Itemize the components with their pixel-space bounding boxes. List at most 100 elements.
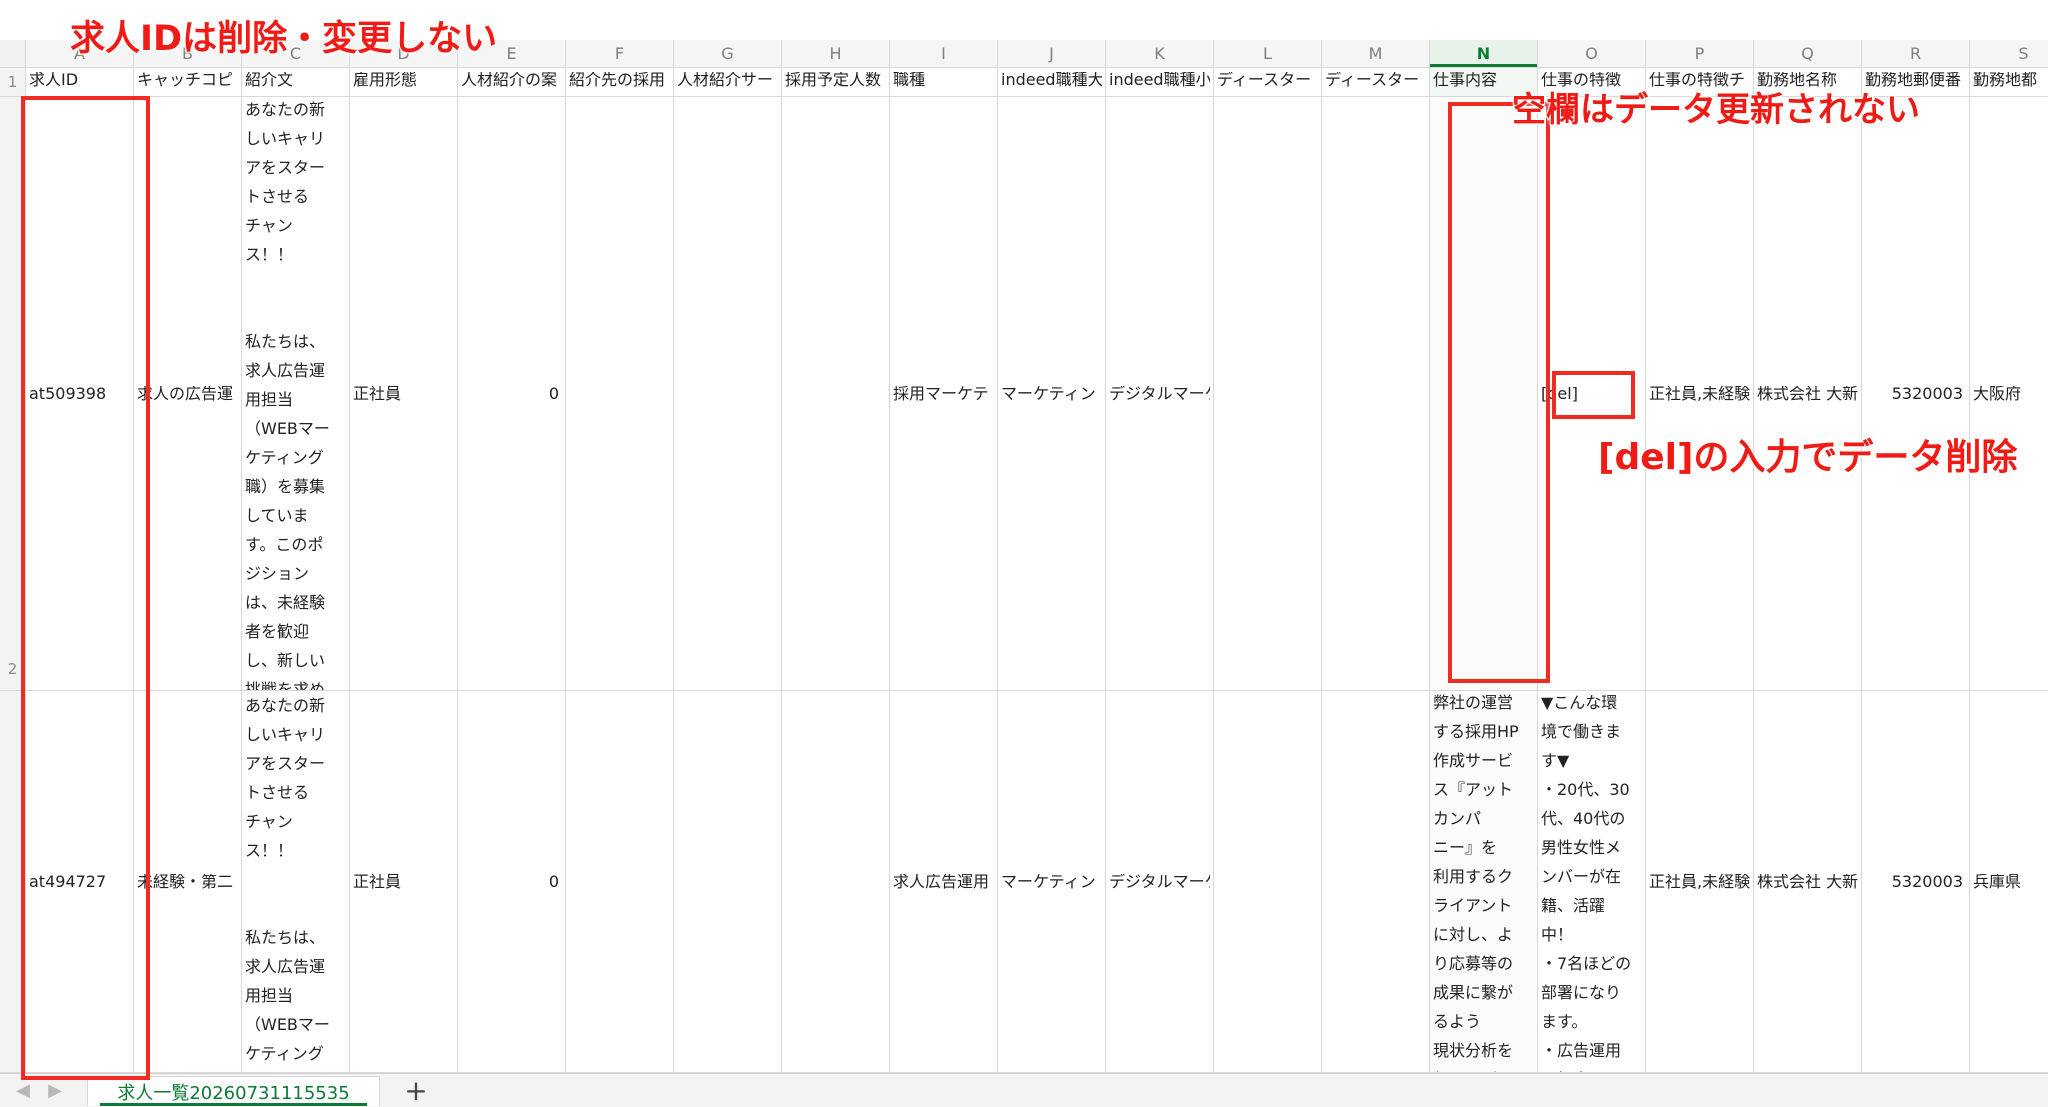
- header-cell-m1[interactable]: ディースター: [1322, 68, 1430, 97]
- cell-m2[interactable]: [1322, 97, 1430, 691]
- cell-s3[interactable]: 兵庫県: [1970, 691, 2048, 1073]
- cell-l3[interactable]: [1214, 691, 1322, 1073]
- select-all-corner[interactable]: [0, 40, 26, 68]
- header-cell-d1[interactable]: 雇用形態: [350, 68, 458, 97]
- previous-sheet-icon[interactable]: ◀: [14, 1082, 32, 1100]
- header-text-d1: 雇用形態: [353, 72, 418, 88]
- header-text-m1: ディースター: [1325, 72, 1420, 88]
- cell-e2[interactable]: 0: [458, 97, 566, 691]
- row-3-number[interactable]: [0, 691, 26, 1073]
- header-cell-k1[interactable]: indeed職種小: [1106, 68, 1214, 97]
- add-sheet-button[interactable]: +: [396, 1076, 436, 1106]
- indeed-major-value: マーケティン: [1001, 873, 1096, 890]
- delete-marker-value: [del]: [1541, 385, 1578, 402]
- cell-n2[interactable]: [1430, 97, 1538, 691]
- cell-g3[interactable]: [674, 691, 782, 1073]
- cell-e3[interactable]: 0: [458, 691, 566, 1073]
- header-text-l1: ディースター: [1217, 72, 1312, 88]
- cell-c3[interactable]: あなたの新 しいキャリ アをスター トさせる チャン ス！！ 私たちは、 求人広…: [242, 691, 350, 1073]
- cell-q3[interactable]: 株式会社 大新: [1754, 691, 1862, 1073]
- column-j-header[interactable]: J: [998, 40, 1106, 68]
- cell-s2[interactable]: 大阪府: [1970, 97, 2048, 691]
- column-s-header[interactable]: S: [1970, 40, 2048, 68]
- column-h-header[interactable]: H: [782, 40, 890, 68]
- column-k-header[interactable]: K: [1106, 40, 1214, 68]
- column-f-header[interactable]: F: [566, 40, 674, 68]
- employment-type-value: 正社員: [353, 873, 402, 890]
- workplace-name-value: 株式会社 大新: [1757, 385, 1858, 402]
- column-l-header[interactable]: L: [1214, 40, 1322, 68]
- indeed-minor-value: デジタルマーケティング従事者: [1109, 385, 1210, 402]
- workplace-name-value: 株式会社 大新: [1757, 873, 1858, 890]
- cell-d2[interactable]: 正社員: [350, 97, 458, 691]
- header-cell-g1[interactable]: 人材紹介サー: [674, 68, 782, 97]
- header-cell-l1[interactable]: ディースター: [1214, 68, 1322, 97]
- job-id-value: at494727: [29, 873, 107, 890]
- next-sheet-icon[interactable]: ▶: [46, 1082, 64, 1100]
- cell-h2[interactable]: [782, 97, 890, 691]
- introduction-text: あなたの新 しいキャリ アをスター トさせる チャン ス！！ 私たちは、 求人広…: [245, 100, 330, 691]
- cell-r3[interactable]: 5320003: [1862, 691, 1970, 1073]
- header-cell-a1[interactable]: 求人ID: [26, 68, 134, 97]
- cell-c2[interactable]: あなたの新 しいキャリ アをスター トさせる チャン ス！！ 私たちは、 求人広…: [242, 97, 350, 691]
- cell-k2[interactable]: デジタルマーケティング従事者: [1106, 97, 1214, 691]
- cell-j3[interactable]: マーケティン: [998, 691, 1106, 1073]
- indeed-minor-value: デジタルマーケティング従事者: [1109, 873, 1210, 890]
- job-type-value: 採用マーケテ: [893, 385, 989, 402]
- cell-g2[interactable]: [674, 97, 782, 691]
- header-text-h1: 採用予定人数: [785, 72, 882, 88]
- column-i-header[interactable]: I: [890, 40, 998, 68]
- cell-b2[interactable]: 求人の広告運: [134, 97, 242, 691]
- header-cell-f1[interactable]: 紹介先の採用: [566, 68, 674, 97]
- column-o-header[interactable]: O: [1538, 40, 1646, 68]
- column-g-header[interactable]: G: [674, 40, 782, 68]
- sheet-tab-active[interactable]: 求人一覧20260731115535: [87, 1076, 380, 1106]
- empty-cell-note: 空欄はデータ更新されない: [1511, 89, 1921, 131]
- header-text-c1: 紹介文: [245, 72, 294, 88]
- cell-n3[interactable]: 弊社の運営 する採用HP 作成サービ ス『アット カンパ ニー』を 利用するク …: [1430, 691, 1538, 1073]
- cell-k3[interactable]: デジタルマーケティング従事者: [1106, 691, 1214, 1073]
- cell-f2[interactable]: [566, 97, 674, 691]
- delete-note: [del]の入力でデータ削除: [1597, 436, 2018, 479]
- column-p-header[interactable]: P: [1646, 40, 1754, 68]
- cell-h3[interactable]: [782, 691, 890, 1073]
- column-n-header[interactable]: N: [1430, 40, 1538, 68]
- job-id-note: 求人IDは削除・変更しない: [69, 18, 498, 60]
- sheet-bar: ◀ ▶ 求人一覧20260731115535 +: [0, 1073, 2048, 1107]
- header-cell-i1[interactable]: 職種: [890, 68, 998, 97]
- cell-q2[interactable]: 株式会社 大新: [1754, 97, 1862, 691]
- column-r-header[interactable]: R: [1862, 40, 1970, 68]
- row-1-number[interactable]: 1: [0, 68, 26, 97]
- cell-a2[interactable]: at509398: [26, 97, 134, 691]
- column-m-header[interactable]: M: [1322, 40, 1430, 68]
- cell-r2[interactable]: 5320003: [1862, 97, 1970, 691]
- catchcopy-value: 求人の広告運: [137, 385, 234, 402]
- column-q-header[interactable]: Q: [1754, 40, 1862, 68]
- header-cell-c1[interactable]: 紹介文: [242, 68, 350, 97]
- cell-o2[interactable]: [del]: [1538, 97, 1646, 691]
- job-feature-check-value: 正社員,未経験: [1649, 385, 1750, 402]
- header-cell-e1[interactable]: 人材紹介の案: [458, 68, 566, 97]
- cell-f3[interactable]: [566, 691, 674, 1073]
- job-feature-check-value: 正社員,未経験: [1649, 873, 1750, 890]
- cell-d3[interactable]: 正社員: [350, 691, 458, 1073]
- cell-a3[interactable]: at494727: [26, 691, 134, 1073]
- postal-code-value: 5320003: [1891, 385, 1963, 402]
- header-cell-h1[interactable]: 採用予定人数: [782, 68, 890, 97]
- job-feature-text: ▼こんな環 境で働きま す▼ ・20代、30 代、40代の 男性女性メ ンバーが…: [1541, 693, 1632, 1072]
- cell-o3[interactable]: ▼こんな環 境で働きま す▼ ・20代、30 代、40代の 男性女性メ ンバーが…: [1538, 691, 1646, 1073]
- job-description-text: 弊社の運営 する採用HP 作成サービ ス『アット カンパ ニー』を 利用するク …: [1433, 693, 1519, 1072]
- header-cell-j1[interactable]: indeed職種大: [998, 68, 1106, 97]
- cell-p3[interactable]: 正社員,未経験: [1646, 691, 1754, 1073]
- header-cell-s1[interactable]: 勤務地都: [1970, 68, 2048, 97]
- cell-j2[interactable]: マーケティン: [998, 97, 1106, 691]
- cell-b3[interactable]: 未経験・第二: [134, 691, 242, 1073]
- cell-i2[interactable]: 採用マーケテ: [890, 97, 998, 691]
- cell-p2[interactable]: 正社員,未経験: [1646, 97, 1754, 691]
- header-text-a1: 求人ID: [29, 72, 79, 88]
- cell-i3[interactable]: 求人広告運用: [890, 691, 998, 1073]
- row-2-number[interactable]: 2: [0, 97, 26, 691]
- cell-l2[interactable]: [1214, 97, 1322, 691]
- header-cell-b1[interactable]: キャッチコピ: [134, 68, 242, 97]
- cell-m3[interactable]: [1322, 691, 1430, 1073]
